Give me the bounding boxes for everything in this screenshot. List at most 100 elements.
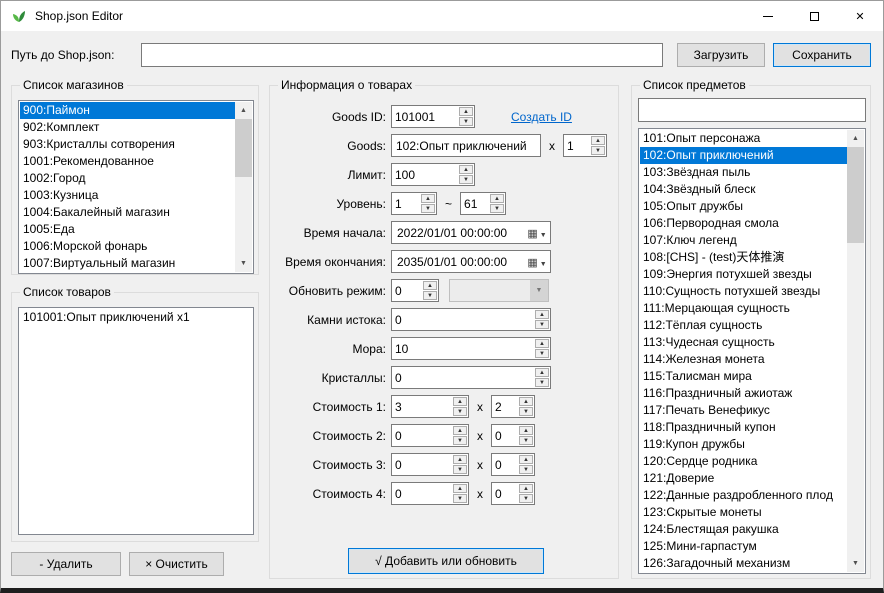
list-item[interactable]: 104:Звёздный блеск: [640, 181, 847, 198]
spin-down-icon[interactable]: [519, 407, 533, 416]
spin-down-icon[interactable]: [453, 407, 467, 416]
items-listbox[interactable]: 101:Опыт персонажа102:Опыт приключений10…: [638, 128, 866, 574]
end-time-picker[interactable]: 2035/01/01 00:00:00: [391, 250, 551, 273]
spin-down-icon[interactable]: [459, 175, 473, 184]
cost3-count-input[interactable]: [492, 454, 518, 475]
spin-down-icon[interactable]: [453, 465, 467, 474]
spin-down-icon[interactable]: [453, 436, 467, 445]
spin-up-icon[interactable]: [519, 484, 533, 493]
cost1-id-input[interactable]: [392, 396, 452, 417]
list-item[interactable]: 113:Чудесная сущность: [640, 334, 847, 351]
begin-time-dropdown[interactable]: [524, 222, 550, 243]
list-item[interactable]: 900:Паймон: [20, 102, 235, 119]
level-min-input[interactable]: [392, 193, 420, 214]
cost1-count-input[interactable]: [492, 396, 518, 417]
goods-listbox[interactable]: 101001:Опыт приключений x1: [18, 307, 254, 535]
spin-up-icon[interactable]: [423, 281, 437, 290]
item-filter-input[interactable]: [638, 98, 866, 122]
spin-down-icon[interactable]: [519, 494, 533, 503]
spin-up-icon[interactable]: [459, 165, 473, 174]
delete-button[interactable]: - Удалить: [11, 552, 121, 576]
cost2-count-input[interactable]: [492, 425, 518, 446]
list-item[interactable]: 112:Тёплая сущность: [640, 317, 847, 334]
list-item[interactable]: 107:Ключ легенд: [640, 232, 847, 249]
clear-button[interactable]: × Очистить: [129, 552, 224, 576]
primogem-input[interactable]: [392, 309, 534, 330]
cost4-id-input[interactable]: [392, 483, 452, 504]
spin-up-icon[interactable]: [453, 455, 467, 464]
cost3-id-input[interactable]: [392, 454, 452, 475]
level-max-input[interactable]: [461, 193, 489, 214]
list-item[interactable]: 1002:Город: [20, 170, 235, 187]
list-item[interactable]: 115:Талисман мира: [640, 368, 847, 385]
goods-count-input[interactable]: [564, 135, 590, 156]
shops-scrollbar[interactable]: [235, 102, 252, 272]
spin-up-icon[interactable]: [591, 136, 605, 145]
spin-down-icon[interactable]: [591, 146, 605, 155]
cost2-id-input[interactable]: [392, 425, 452, 446]
list-item[interactable]: 124:Блестящая ракушка: [640, 521, 847, 538]
list-item[interactable]: 1004:Бакалейный магазин: [20, 204, 235, 221]
spin-up-icon[interactable]: [519, 397, 533, 406]
spin-down-icon[interactable]: [535, 349, 549, 358]
scroll-thumb[interactable]: [847, 147, 864, 243]
spin-down-icon[interactable]: [423, 291, 437, 300]
list-item[interactable]: 101:Опыт персонажа: [640, 130, 847, 147]
spin-up-icon[interactable]: [421, 194, 435, 203]
spin-down-icon[interactable]: [453, 494, 467, 503]
list-item[interactable]: 111:Мерцающая сущность: [640, 300, 847, 317]
mora-input[interactable]: [392, 338, 534, 359]
spin-up-icon[interactable]: [535, 339, 549, 348]
list-item[interactable]: 1003:Кузница: [20, 187, 235, 204]
spin-up-icon[interactable]: [490, 194, 504, 203]
spin-down-icon[interactable]: [459, 117, 473, 126]
list-item[interactable]: 106:Первородная смола: [640, 215, 847, 232]
list-item[interactable]: 902:Комплект: [20, 119, 235, 136]
spin-up-icon[interactable]: [453, 426, 467, 435]
list-item[interactable]: 1005:Еда: [20, 221, 235, 238]
goods-input[interactable]: [391, 134, 541, 157]
list-item[interactable]: 121:Доверие: [640, 470, 847, 487]
list-item[interactable]: 103:Звёздная пыль: [640, 164, 847, 181]
list-item[interactable]: 105:Опыт дружбы: [640, 198, 847, 215]
scroll-up-button[interactable]: [235, 102, 252, 119]
begin-time-picker[interactable]: 2022/01/01 00:00:00: [391, 221, 551, 244]
add-or-update-button[interactable]: √ Добавить или обновить: [348, 548, 544, 574]
spin-down-icon[interactable]: [421, 204, 435, 213]
crystal-input[interactable]: [392, 367, 534, 388]
spin-up-icon[interactable]: [453, 397, 467, 406]
list-item[interactable]: 122:Данные раздробленного плод: [640, 487, 847, 504]
spin-up-icon[interactable]: [453, 484, 467, 493]
spin-down-icon[interactable]: [535, 320, 549, 329]
spin-down-icon[interactable]: [519, 465, 533, 474]
list-item[interactable]: 1001:Рекомендованное: [20, 153, 235, 170]
create-id-link[interactable]: Создать ID: [511, 110, 572, 124]
list-item[interactable]: 120:Сердце родника: [640, 453, 847, 470]
list-item[interactable]: 110:Сущность потухшей звезды: [640, 283, 847, 300]
list-item[interactable]: 119:Купон дружбы: [640, 436, 847, 453]
spin-down-icon[interactable]: [519, 436, 533, 445]
list-item[interactable]: 1006:Морской фонарь: [20, 238, 235, 255]
maximize-button[interactable]: [791, 1, 837, 31]
list-item[interactable]: 118:Праздничный купон: [640, 419, 847, 436]
list-item[interactable]: 116:Праздничный ажиотаж: [640, 385, 847, 402]
spin-up-icon[interactable]: [519, 426, 533, 435]
list-item[interactable]: 108:[CHS] - (test)天体推演: [640, 249, 847, 266]
goods-id-input[interactable]: [392, 106, 458, 127]
scroll-thumb[interactable]: [235, 119, 252, 177]
refresh-mode-input[interactable]: [392, 280, 422, 301]
end-time-dropdown[interactable]: [524, 251, 550, 272]
refresh-mode-combobox[interactable]: [449, 279, 549, 302]
spin-down-icon[interactable]: [535, 378, 549, 387]
cost4-count-input[interactable]: [492, 483, 518, 504]
list-item[interactable]: 114:Железная монета: [640, 351, 847, 368]
list-item[interactable]: 117:Печать Венефикус: [640, 402, 847, 419]
path-input[interactable]: [141, 43, 663, 67]
list-item[interactable]: 109:Энергия потухшей звезды: [640, 266, 847, 283]
scroll-down-button[interactable]: [847, 555, 864, 572]
close-button[interactable]: [837, 1, 883, 31]
list-item[interactable]: 903:Кристаллы сотворения: [20, 136, 235, 153]
list-item[interactable]: 125:Мини-гарпастум: [640, 538, 847, 555]
items-scrollbar[interactable]: [847, 130, 864, 572]
scroll-up-button[interactable]: [847, 130, 864, 147]
